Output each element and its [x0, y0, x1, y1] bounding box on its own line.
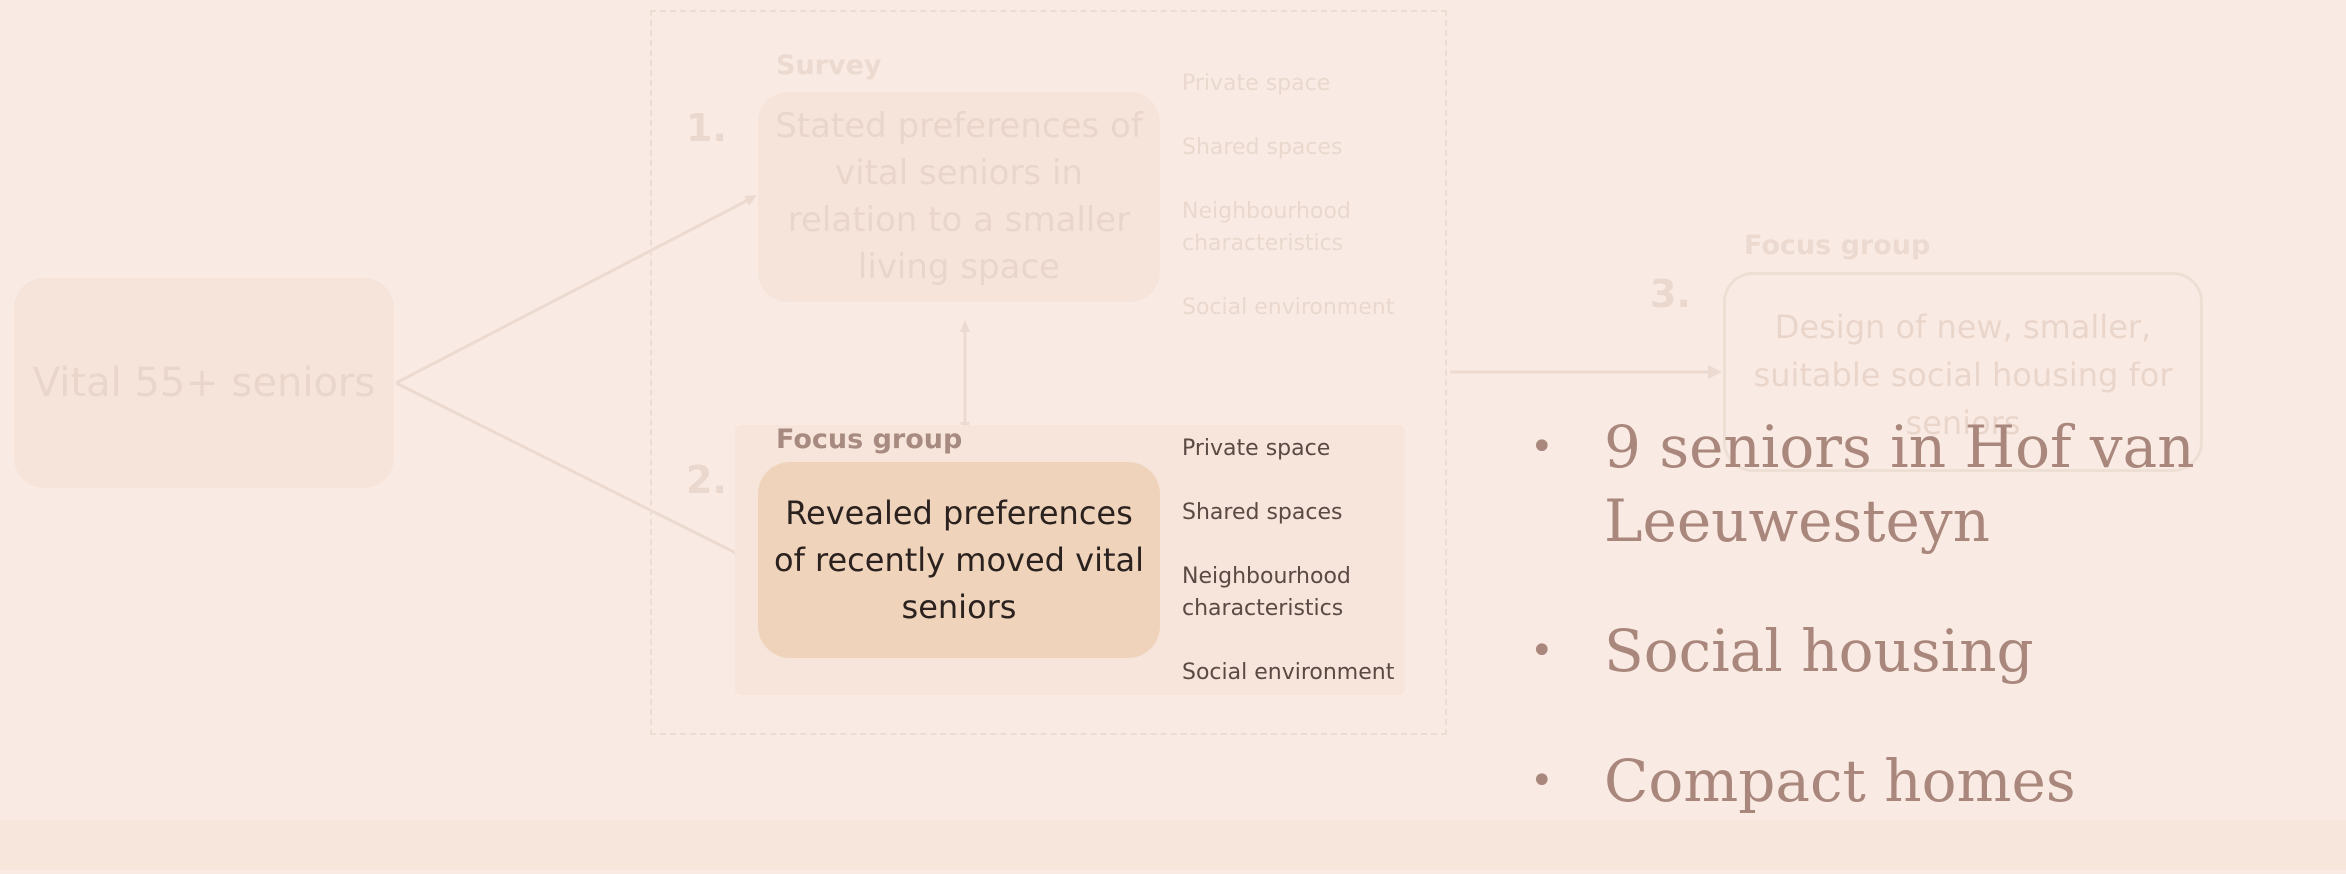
vital-seniors-box: Vital 55+ seniors: [14, 278, 394, 488]
survey-attr-neighbourhood: Neighbourhood characteristics: [1182, 199, 1351, 256]
focus-group-label: Focus group: [776, 424, 963, 455]
bullet-dot-icon: •: [1530, 628, 1554, 674]
revealed-preferences-box: Revealed preferences of recently moved v…: [758, 462, 1160, 658]
survey-attr-social-environment: Social environment: [1182, 295, 1395, 320]
bullet-text: 9 seniors in Hof van Leeuwesteyn: [1604, 413, 2195, 555]
bullet-list: • 9 seniors in Hof van Leeuwesteyn • Socia…: [1520, 410, 2320, 874]
focus-attr-social-environment: Social environment: [1182, 660, 1395, 685]
bullet-text: Social housing: [1604, 617, 2034, 685]
bullet-dot-icon: •: [1530, 424, 1554, 470]
bullet-item: • Compact homes: [1520, 744, 2320, 818]
bullet-item: • Social housing: [1520, 614, 2320, 688]
arrowhead-design: [1708, 365, 1722, 379]
step-3-number: 3.: [1650, 272, 1691, 316]
bullet-text: Compact homes: [1604, 747, 2076, 815]
survey-label: Survey: [776, 50, 882, 81]
stated-preferences-box: Stated preferences of vital seniors in r…: [758, 92, 1160, 302]
focus-attr-neighbourhood: Neighbourhood characteristics: [1182, 564, 1351, 621]
bullet-item: • 9 seniors in Hof van Leeuwesteyn: [1520, 410, 2320, 558]
bullet-dot-icon: •: [1530, 758, 1554, 804]
design-focus-group-label: Focus group: [1744, 230, 1931, 261]
survey-attr-shared-spaces: Shared spaces: [1182, 135, 1343, 160]
step-2-number: 2.: [686, 458, 727, 502]
focus-attr-private-space: Private space: [1182, 436, 1331, 461]
survey-attr-private-space: Private space: [1182, 71, 1331, 96]
step-1-number: 1.: [686, 106, 727, 150]
focus-attr-shared-spaces: Shared spaces: [1182, 500, 1343, 525]
